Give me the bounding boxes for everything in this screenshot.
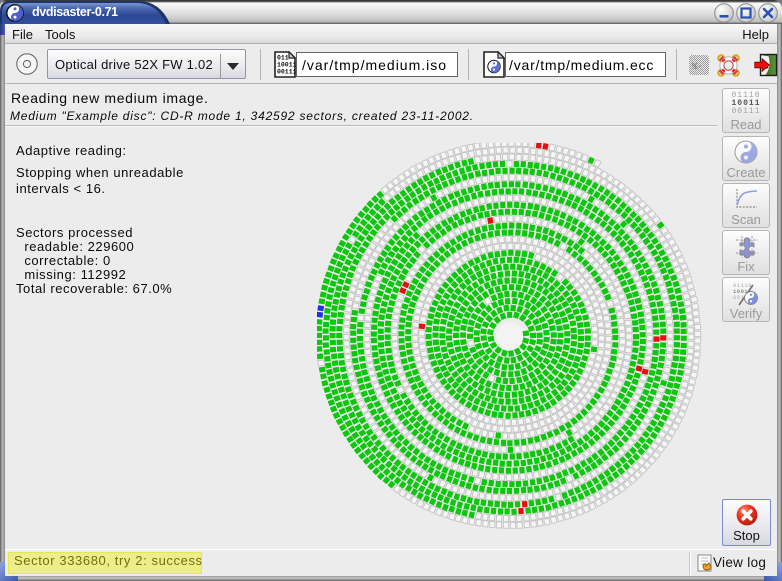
- svg-text:10011: 10011: [277, 62, 297, 69]
- svg-text:00111: 00111: [277, 69, 297, 76]
- svg-text:%·: %·: [692, 62, 703, 72]
- svg-text:011: 011: [277, 55, 289, 62]
